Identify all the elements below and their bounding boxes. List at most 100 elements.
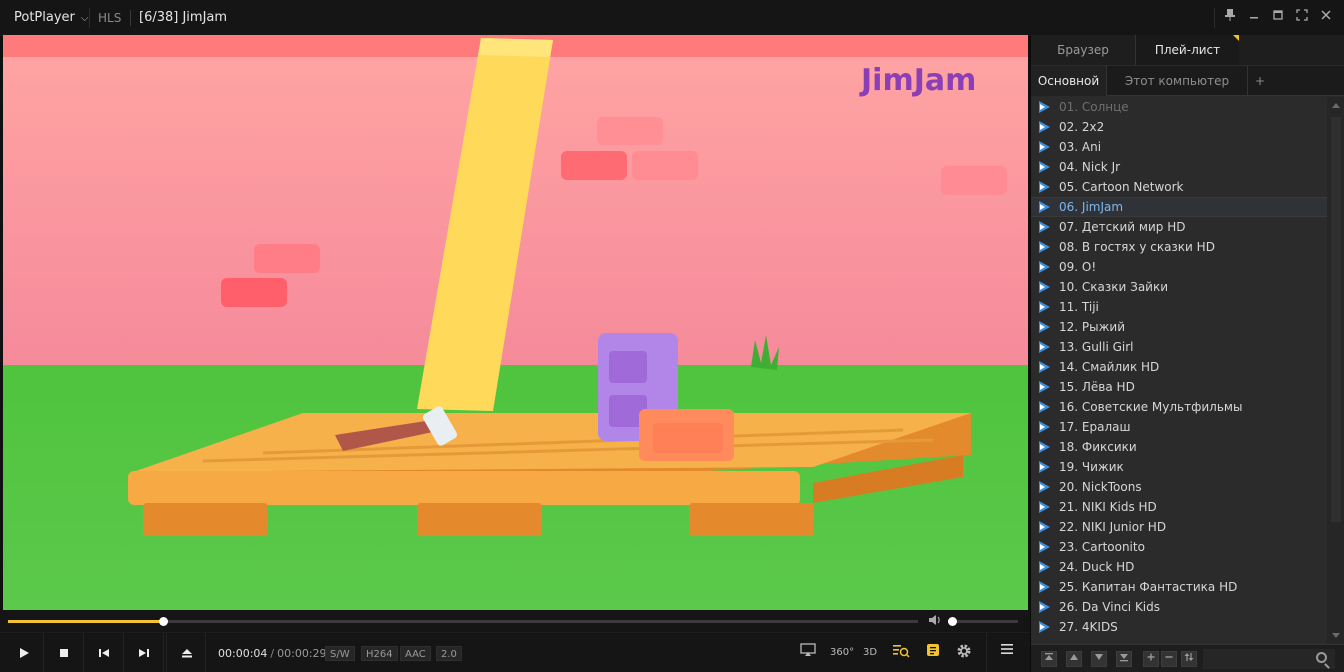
move-to-bottom-icon[interactable] — [1116, 651, 1132, 667]
playlist-scrollbar[interactable] — [1327, 97, 1344, 644]
playlist-item[interactable]: 10. Сказки Зайки — [1031, 277, 1327, 297]
move-up-icon[interactable] — [1066, 651, 1082, 667]
playlist-search-field[interactable] — [1203, 649, 1335, 669]
playlist-item-label: 06. JimJam — [1059, 200, 1124, 214]
search-icon[interactable] — [1316, 652, 1327, 663]
add-item-icon[interactable] — [1143, 651, 1159, 667]
playlist-item-current[interactable]: 06. JimJam — [1031, 197, 1327, 217]
stop-button[interactable] — [44, 633, 84, 672]
playlist-item[interactable]: 24. Duck HD — [1031, 557, 1327, 577]
fullscreen-button[interactable] — [1292, 8, 1312, 28]
playlist-item[interactable]: 11. Tiji — [1031, 297, 1327, 317]
sort-icon[interactable] — [1181, 651, 1197, 667]
play-icon — [1039, 361, 1050, 373]
playlist-item-label: 27. 4KIDS — [1059, 620, 1118, 634]
seek-handle[interactable] — [158, 617, 168, 626]
volume-slider[interactable] — [948, 617, 1018, 626]
move-down-icon[interactable] — [1091, 651, 1107, 667]
playlist-item[interactable]: 04. Nick Jr — [1031, 157, 1327, 177]
scroll-up-icon[interactable] — [1332, 103, 1340, 108]
playlist-item[interactable]: 22. NIKI Junior HD — [1031, 517, 1327, 537]
playlist-item-label: 08. В гостях у сказки HD — [1059, 240, 1215, 254]
scroll-down-icon[interactable] — [1332, 633, 1340, 638]
play-icon — [20, 648, 29, 658]
playlist-item[interactable]: 02. 2x2 — [1031, 117, 1327, 137]
stop-icon — [60, 649, 68, 657]
app-menu-button[interactable]: PotPlayer ⌵ — [14, 10, 88, 25]
playlist-item[interactable]: 25. Капитан Фантастика HD — [1031, 577, 1327, 597]
vr-360-button[interactable]: 360° — [830, 643, 854, 663]
protocol-label: HLS — [98, 11, 122, 25]
playlist-item[interactable]: 23. Cartoonito — [1031, 537, 1327, 557]
volume-handle[interactable] — [948, 617, 958, 626]
play-icon — [1039, 381, 1050, 393]
cast-icon[interactable] — [798, 643, 818, 663]
audio-channels-tag[interactable]: 2.0 — [436, 646, 462, 661]
move-to-top-icon[interactable] — [1041, 651, 1057, 667]
playlist-item[interactable]: 15. Лёва HD — [1031, 377, 1327, 397]
active-tab-marker — [1233, 35, 1239, 41]
playlist-item-label: 04. Nick Jr — [1059, 160, 1121, 174]
tab-playlist[interactable]: Плей-лист — [1135, 35, 1239, 65]
pin-icon[interactable] — [1220, 8, 1240, 28]
seek-bar[interactable] — [8, 617, 918, 626]
playlist-item[interactable]: 05. Cartoon Network — [1031, 177, 1327, 197]
video-codec-tag[interactable]: H264 — [361, 646, 398, 661]
playlist-item-label: 19. Чижик — [1059, 460, 1124, 474]
play-icon — [1039, 281, 1050, 293]
duration: 00:00:29 — [277, 647, 327, 660]
settings-gear-icon[interactable] — [954, 643, 974, 663]
3d-button[interactable]: 3D — [860, 643, 880, 663]
playlist-subtabs: Основной Этот компьютер + — [1031, 65, 1344, 96]
playlist-item[interactable]: 08. В гостях у сказки HD — [1031, 237, 1327, 257]
close-button[interactable] — [1316, 8, 1336, 28]
playlist-item[interactable]: 07. Детский мир HD — [1031, 217, 1327, 237]
playlist-search-icon[interactable] — [891, 643, 911, 663]
play-button[interactable] — [4, 633, 44, 672]
playlist-item[interactable]: 01. Солнце — [1031, 97, 1327, 117]
main-menu-icon[interactable] — [997, 643, 1017, 663]
playlist-item[interactable]: 18. Фиксики — [1031, 437, 1327, 457]
playlist-item[interactable]: 19. Чижик — [1031, 457, 1327, 477]
maximize-button[interactable] — [1268, 8, 1288, 28]
playlist-item[interactable]: 21. NIKI Kids HD — [1031, 497, 1327, 517]
play-icon — [1039, 221, 1050, 233]
playlist-item-label: 25. Капитан Фантастика HD — [1059, 580, 1238, 594]
video-frame[interactable]: JimJam — [3, 35, 1028, 610]
play-icon — [1039, 561, 1050, 573]
subtab-main[interactable]: Основной — [1031, 66, 1107, 96]
open-button[interactable] — [166, 633, 206, 672]
playlist-item[interactable]: 14. Смайлик HD — [1031, 357, 1327, 377]
tab-browser[interactable]: Браузер — [1031, 35, 1135, 65]
decoder-tag[interactable]: S/W — [325, 646, 355, 661]
playlist-toolbar — [1031, 644, 1344, 672]
play-icon — [1039, 241, 1050, 253]
playlist-item-label: 18. Фиксики — [1059, 440, 1137, 454]
playlist-item[interactable]: 09. O! — [1031, 257, 1327, 277]
video-picture: JimJam — [3, 35, 1028, 610]
play-icon — [1039, 401, 1050, 413]
add-tab-button[interactable]: + — [1247, 66, 1273, 96]
remove-item-icon[interactable] — [1161, 651, 1177, 667]
previous-button[interactable] — [84, 633, 124, 672]
playlist-item[interactable]: 12. Рыжий — [1031, 317, 1327, 337]
playlist-item[interactable]: 03. Ani — [1031, 137, 1327, 157]
play-icon — [1039, 161, 1050, 173]
audio-codec-tag[interactable]: AAC — [400, 646, 431, 661]
minimize-button[interactable] — [1244, 8, 1264, 28]
playlist-item[interactable]: 13. Gulli Girl — [1031, 337, 1327, 357]
playlist-item-label: 24. Duck HD — [1059, 560, 1135, 574]
playlist-item[interactable]: 27. 4KIDS — [1031, 617, 1327, 637]
playlist-item[interactable]: 17. Ералаш — [1031, 417, 1327, 437]
volume-icon[interactable] — [928, 614, 944, 628]
subtab-this-computer[interactable]: Этот компьютер — [1107, 66, 1247, 96]
playlist-item[interactable]: 26. Da Vinci Kids — [1031, 597, 1327, 617]
next-button[interactable] — [124, 633, 164, 672]
playlist-item[interactable]: 20. NickToons — [1031, 477, 1327, 497]
playlist-item[interactable]: 16. Советские Мультфильмы — [1031, 397, 1327, 417]
subtitles-icon[interactable] — [923, 643, 943, 663]
playlist-item-label: 07. Детский мир HD — [1059, 220, 1186, 234]
play-icon — [1039, 181, 1050, 193]
window-title: [6/38] JimJam — [139, 10, 228, 25]
scroll-thumb[interactable] — [1331, 117, 1341, 522]
